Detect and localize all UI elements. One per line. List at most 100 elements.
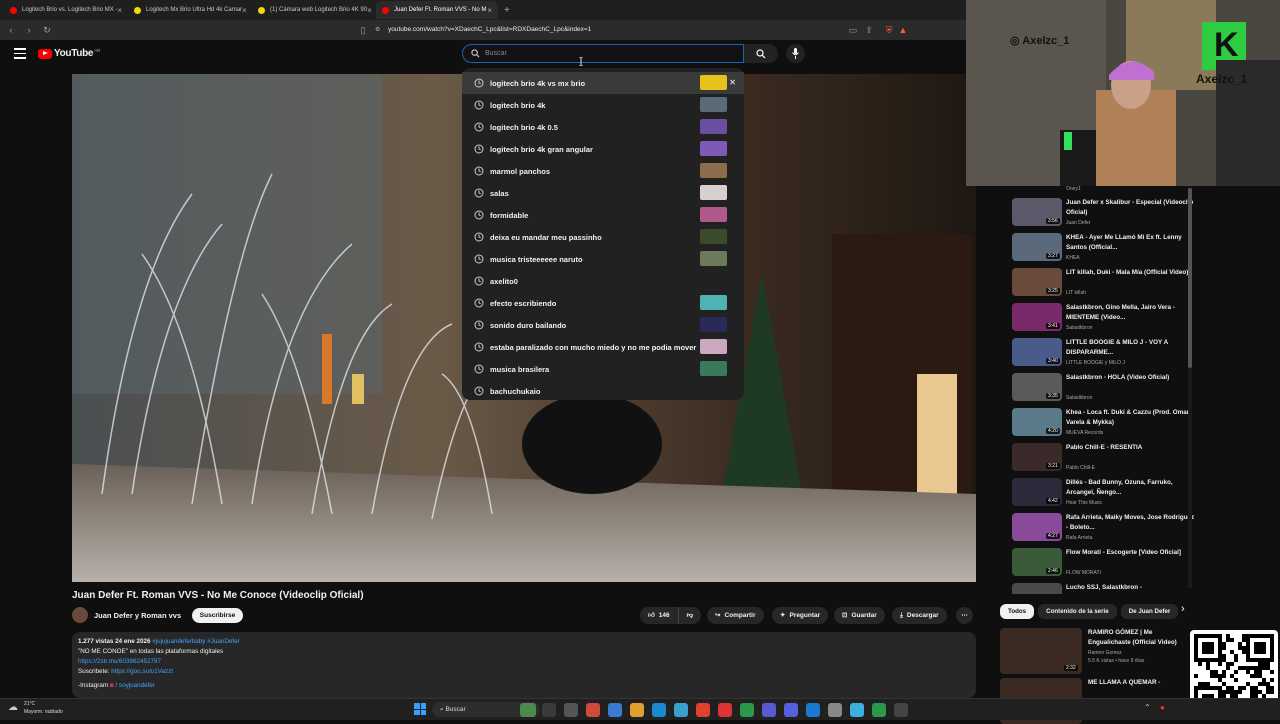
search-suggestion[interactable]: musica brasilera: [462, 358, 744, 380]
taskbar-app-icon[interactable]: [608, 703, 622, 717]
like-button[interactable]: 👍︎ 146 👎︎: [640, 607, 702, 624]
reload-icon[interactable]: ↻: [40, 25, 54, 36]
instagram-handle[interactable]: / soyjuandefer: [115, 682, 155, 689]
recommended-video[interactable]: 4:42 Dillés - Bad Bunny, Ozuna, Farruko, …: [1012, 478, 1198, 513]
dislike-button[interactable]: 👎︎: [677, 607, 702, 624]
search-suggestion[interactable]: logitech brio 4k 0.5: [462, 116, 744, 138]
remove-suggestion-icon[interactable]: ✕: [729, 78, 736, 87]
back-icon[interactable]: ‹: [4, 25, 18, 35]
taskbar-app-icon[interactable]: [674, 703, 688, 717]
cast-icon[interactable]: ▭: [846, 25, 860, 36]
youtube-logo[interactable]: YouTube AR: [38, 48, 100, 59]
search-input[interactable]: [485, 47, 735, 60]
taskbar-app-icon[interactable]: [806, 703, 820, 717]
taskbar-app-icon[interactable]: [564, 703, 578, 717]
recommended-video[interactable]: 3:41 Salastkbron, Gino Mella, Jairo Vera …: [1012, 303, 1198, 338]
search-button[interactable]: [744, 44, 778, 63]
search-suggestion[interactable]: logitech brio 4k vs mx brio ✕: [462, 72, 744, 94]
search-suggestion[interactable]: deixa eu mandar meu passinho: [462, 226, 744, 248]
taskbar-app-icon[interactable]: [850, 703, 864, 717]
taskbar-app-icon[interactable]: [652, 703, 666, 717]
scrollbar-thumb[interactable]: [1188, 188, 1192, 368]
start-button[interactable]: [414, 703, 426, 715]
taskbar-app-icon[interactable]: [872, 703, 886, 717]
recommended-video[interactable]: 3:40 LITTLE BOOGIE & MILO J - VOY A DISPA…: [1012, 338, 1198, 373]
hamburger-menu-icon[interactable]: [14, 48, 26, 62]
taskbar-app-icon[interactable]: [784, 703, 798, 717]
search-suggestion[interactable]: salas: [462, 182, 744, 204]
taskbar-app-icon[interactable]: [740, 703, 754, 717]
filter-chip[interactable]: Todos: [1000, 603, 1035, 619]
tab-close-icon[interactable]: ×: [487, 6, 492, 15]
search-suggestion[interactable]: marmol panchos: [462, 160, 744, 182]
voice-search-button[interactable]: [786, 44, 805, 63]
search-suggestion[interactable]: logitech brio 4k: [462, 94, 744, 116]
search-suggestion[interactable]: logitech brio 4k gran angular: [462, 138, 744, 160]
video-title: Lucho SSJ, Salastkbron -: [1066, 584, 1142, 591]
subscribe-button[interactable]: Suscribirse: [192, 608, 243, 623]
browser-tab[interactable]: (1) Cámara web Logitech Brio 4K 90 ×: [252, 1, 374, 19]
taskbar-app-icon[interactable]: [586, 703, 600, 717]
taskbar-app-icon[interactable]: [520, 703, 536, 717]
search-suggestion[interactable]: musica tristeeeeee naruto: [462, 248, 744, 270]
recommended-video[interactable]: Lucho SSJ, Salastkbron -: [1012, 583, 1198, 594]
chips-next-button[interactable]: ›: [1181, 603, 1185, 615]
recommended-video[interactable]: 3:27 KHEA - Ayer Me LLamó Mi Ex ft. Lenny…: [1012, 233, 1198, 268]
search-box[interactable]: [462, 44, 744, 63]
channel-avatar[interactable]: [72, 607, 88, 623]
taskbar-app-icon[interactable]: [542, 703, 556, 717]
tray-app-icon[interactable]: ●: [1160, 703, 1165, 712]
recommendations-sidebar: Oney1 3:56 Juan Defer x Skalibur - Especi…: [1008, 186, 1198, 594]
taskbar-app-icon[interactable]: [630, 703, 644, 717]
share-page-icon[interactable]: ⇪: [862, 25, 876, 36]
brave-shield-icon[interactable]: ⛨: [882, 25, 896, 36]
search-suggestion[interactable]: bachuchukaio: [462, 380, 744, 402]
recommended-video[interactable]: 3:56 Juan Defer x Skalibur - Especial (Vi…: [1012, 198, 1198, 233]
recommended-video[interactable]: 4:20 Khea - Loca ft. Duki & Cazzu (Prod. …: [1012, 408, 1198, 443]
tab-close-icon[interactable]: ×: [367, 6, 372, 15]
recommended-video[interactable]: 4:27 Rafa Arrieta, Maiky Moves, Jose Rodr…: [1012, 513, 1198, 548]
taskbar-app-icon[interactable]: [696, 703, 710, 717]
search-suggestion[interactable]: estaba paralizado con mucho miedo y no m…: [462, 336, 744, 358]
download-label: Descargar: [906, 612, 939, 619]
hashtags[interactable]: #jujujuandeferbaby #JuanDefer: [152, 638, 240, 645]
extension-icon[interactable]: ▲: [896, 25, 910, 35]
tray-chevron-icon[interactable]: ⌃: [1144, 703, 1151, 712]
description-link[interactable]: https://2str.ms/603962452797: [78, 657, 970, 667]
taskbar-app-icon[interactable]: [828, 703, 842, 717]
browser-tab[interactable]: Logitech Mx Brio Ultra Hd 4k Camar ×: [128, 1, 250, 19]
playlist-scrollbar[interactable]: [1188, 188, 1192, 588]
save-button[interactable]: ⊡ Guardar: [834, 607, 885, 624]
description-box[interactable]: 1.277 vistas 24 ene 2026 #jujujuandeferb…: [72, 632, 976, 698]
search-suggestion[interactable]: formidable: [462, 204, 744, 226]
search-suggestion[interactable]: sonido duro bailando: [462, 314, 744, 336]
taskbar-app-icon[interactable]: [894, 703, 908, 717]
recommended-video[interactable]: 2:32 RAMIRO GÓMEZ | Me Engualichaste (Off…: [1000, 628, 1186, 674]
recommended-video[interactable]: 3:21 Pablo Chill-E - RESENTIA Pablo Chill-…: [1012, 443, 1198, 478]
more-actions-button[interactable]: ⋯: [956, 607, 973, 624]
recommended-video[interactable]: 3:25 LIT killah, Duki - Mala Mía (Officia…: [1012, 268, 1198, 303]
browser-tab[interactable]: Juan Defer Ft. Roman VVS - No M ×: [376, 1, 498, 19]
ask-button[interactable]: ✦ Preguntar: [772, 607, 829, 624]
address-bar[interactable]: ⚙ youtube.com/watch?v=XDaechC_Lpc&list=R…: [370, 23, 910, 37]
recommended-video[interactable]: 3:35 Salastkbron - HOLA (Video Oficial) Sa…: [1012, 373, 1198, 408]
filter-chip[interactable]: De Juan Defer: [1120, 603, 1179, 619]
taskbar-app-icon[interactable]: [718, 703, 732, 717]
tab-close-icon[interactable]: ×: [117, 6, 122, 15]
new-tab-button[interactable]: +: [504, 5, 510, 16]
bookmark-icon[interactable]: ▯: [356, 25, 370, 36]
browser-tab[interactable]: Logitech Brio vs. Logitech Brio MX - ×: [4, 1, 126, 19]
download-button[interactable]: ⤓ Descargar: [892, 607, 947, 624]
taskbar-app-icon[interactable]: [762, 703, 776, 717]
forward-icon[interactable]: ›: [22, 25, 36, 35]
channel-name[interactable]: Juan Defer y Roman vvs: [94, 611, 181, 620]
webcam-logo-letter: K: [1214, 26, 1239, 64]
share-button[interactable]: ↪ Compartir: [707, 607, 764, 624]
search-suggestion[interactable]: axelito0: [462, 270, 744, 292]
subscribe-link[interactable]: https://goo.su/u1Vazzt: [111, 668, 173, 675]
site-info-icon[interactable]: ⚙: [375, 26, 380, 33]
recommended-video[interactable]: 2:46 Flow Morati - Escogerte [Video Ofici…: [1012, 548, 1198, 583]
search-suggestion[interactable]: efecto escribiendo: [462, 292, 744, 314]
filter-chip[interactable]: Contenido de la serie: [1038, 603, 1117, 619]
tab-close-icon[interactable]: ×: [242, 6, 247, 15]
